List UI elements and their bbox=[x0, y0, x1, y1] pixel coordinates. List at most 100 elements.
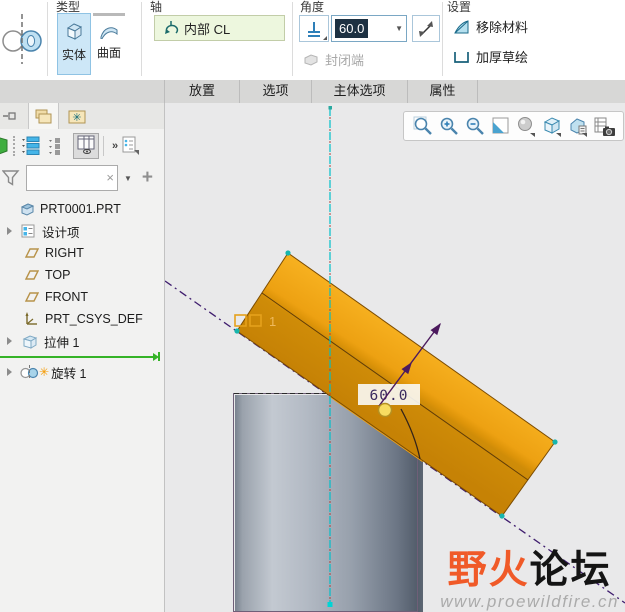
vertex-dot bbox=[552, 439, 558, 445]
extrude-icon bbox=[22, 334, 38, 349]
tab-body-options[interactable]: 主体选项 bbox=[312, 80, 408, 103]
expand-arrow-icon[interactable] bbox=[7, 227, 12, 235]
toolbar-drag-handle[interactable] bbox=[13, 135, 16, 156]
flip-direction-icon bbox=[419, 20, 433, 37]
tree-settings-icon[interactable] bbox=[122, 136, 140, 155]
zoom-in-button[interactable] bbox=[437, 115, 460, 138]
remove-material-icon bbox=[454, 20, 469, 34]
tree-item-top-plane[interactable]: TOP bbox=[0, 264, 164, 286]
zoom-in-icon bbox=[440, 117, 458, 135]
closed-ends-label: 封闭端 bbox=[325, 53, 365, 68]
axis-collector-value: 内部 CL bbox=[184, 21, 231, 37]
angle-value: 60.0 bbox=[335, 19, 369, 38]
tree-search-input[interactable]: × bbox=[26, 165, 118, 191]
saved-views-button[interactable] bbox=[567, 115, 590, 138]
remove-material-option[interactable]: 移除材料 bbox=[452, 17, 528, 36]
vertex-dot bbox=[499, 513, 505, 519]
model-view: 1 60.0 bbox=[165, 106, 625, 612]
tree-item-label: 拉伸 1 bbox=[44, 335, 80, 350]
design-items-icon bbox=[21, 224, 35, 238]
tab-model-tree[interactable] bbox=[28, 103, 59, 129]
pending-regenerate-icon: ✳ bbox=[39, 365, 50, 379]
tree-item-label: RIGHT bbox=[45, 246, 84, 260]
tree-item-right-plane[interactable]: RIGHT bbox=[0, 242, 164, 264]
tab-properties[interactable]: 属性 bbox=[408, 80, 478, 103]
remove-material-label: 移除材料 bbox=[476, 20, 529, 35]
angle-option-button[interactable] bbox=[299, 15, 329, 42]
clear-search-icon[interactable]: × bbox=[106, 170, 114, 185]
filter-funnel-icon[interactable] bbox=[2, 170, 20, 186]
angle-drag-handle[interactable] bbox=[377, 402, 393, 418]
navigator-header: ✳ bbox=[0, 103, 164, 129]
angle-value-input[interactable]: 60.0 ▼ bbox=[331, 15, 407, 42]
insert-here-indicator[interactable] bbox=[0, 352, 164, 361]
closed-ends-option: 封闭端 bbox=[303, 50, 364, 69]
tree-item-csys[interactable]: PRT_CSYS_DEF bbox=[0, 308, 164, 330]
ribbon-separator bbox=[442, 2, 443, 76]
datum-plane-icon bbox=[24, 270, 39, 280]
axis-collector[interactable]: 内部 CL bbox=[154, 15, 285, 41]
tab-placement[interactable]: 放置 bbox=[165, 80, 240, 103]
folders-icon bbox=[35, 109, 51, 123]
zoom-out-button[interactable] bbox=[463, 115, 486, 138]
search-dropdown-icon[interactable]: ▼ bbox=[124, 174, 132, 183]
thicken-sketch-option[interactable]: 加厚草绘 bbox=[452, 47, 528, 66]
group-label-angle: 角度 bbox=[300, 0, 325, 14]
tree-search-row: × ▼ + bbox=[0, 163, 164, 193]
centerline-endpoint-dot bbox=[327, 602, 333, 607]
tree-toolbar: » bbox=[0, 130, 164, 161]
thicken-sketch-label: 加厚草绘 bbox=[476, 50, 529, 65]
solid-cube-icon bbox=[66, 23, 83, 40]
folder-star-icon: ✳ bbox=[68, 110, 85, 124]
zoom-out-icon bbox=[466, 117, 484, 135]
add-filter-button[interactable]: + bbox=[142, 168, 153, 187]
flip-direction-button[interactable] bbox=[412, 15, 440, 42]
angle-dimension-value[interactable]: 60.0 bbox=[370, 388, 409, 404]
toolbar-separator bbox=[103, 135, 104, 156]
chevron-down-icon[interactable]: ▼ bbox=[395, 24, 403, 33]
datum-plane-icon bbox=[24, 292, 39, 302]
tab-favorites[interactable]: ✳ bbox=[61, 103, 92, 129]
model-tree: PRT0001.PRT 设计项 RIGHT TOP FRONT PRT_CSYS… bbox=[0, 198, 164, 383]
tree-item-front-plane[interactable]: FRONT bbox=[0, 286, 164, 308]
insert-line bbox=[0, 356, 153, 358]
tree-root-part[interactable]: PRT0001.PRT bbox=[0, 198, 164, 220]
refit-button[interactable] bbox=[411, 115, 434, 138]
revolve-feature-icon bbox=[1, 12, 45, 69]
revolve-icon bbox=[20, 365, 39, 379]
shading-style-button[interactable] bbox=[515, 115, 538, 138]
watermark-brand-orange: 野火 bbox=[447, 549, 530, 592]
view-manager-button[interactable] bbox=[593, 115, 616, 138]
shaded-sphere-icon bbox=[518, 116, 535, 137]
solid-button[interactable]: 实体 bbox=[57, 13, 91, 75]
tree-item-design-items[interactable]: 设计项 bbox=[0, 220, 164, 242]
tree-item-extrude-1[interactable]: 拉伸 1 bbox=[0, 330, 164, 352]
tree-item-label: PRT_CSYS_DEF bbox=[45, 312, 143, 326]
surface-button[interactable]: 曲面 bbox=[92, 13, 126, 75]
surface-icon bbox=[100, 27, 118, 42]
tree-item-revolve-1[interactable]: ✳ 旋转 1 bbox=[0, 361, 164, 383]
tree-columns-button[interactable] bbox=[73, 132, 99, 159]
expand-arrow-icon[interactable] bbox=[7, 368, 12, 376]
green-cube-icon bbox=[0, 136, 8, 154]
closed-ends-icon bbox=[304, 54, 318, 66]
pin-panel-icon[interactable] bbox=[3, 112, 16, 121]
part-icon bbox=[20, 203, 35, 216]
vertex-dot bbox=[285, 250, 291, 256]
toolbar-overflow-button[interactable]: » bbox=[112, 140, 118, 152]
in-graphics-toolbar bbox=[403, 111, 624, 141]
tree-items-icon[interactable] bbox=[48, 137, 66, 155]
tree-item-label: 设计项 bbox=[42, 225, 80, 240]
tree-filter-icon[interactable] bbox=[21, 136, 43, 156]
display-style-button[interactable] bbox=[541, 115, 564, 138]
ribbon-separator bbox=[292, 2, 293, 76]
tab-options[interactable]: 选项 bbox=[240, 80, 312, 103]
svg-text:✳: ✳ bbox=[72, 112, 81, 124]
tree-item-label: 旋转 1 bbox=[51, 366, 87, 381]
centerline-top-dot bbox=[328, 106, 332, 110]
insert-line-tick bbox=[158, 352, 160, 361]
expand-arrow-icon[interactable] bbox=[7, 337, 12, 345]
graphics-area[interactable]: 1 60.0 野火论坛 www.proewildfire.cn bbox=[165, 103, 625, 612]
repaint-button[interactable] bbox=[489, 115, 512, 138]
search-input-field[interactable] bbox=[27, 166, 101, 190]
